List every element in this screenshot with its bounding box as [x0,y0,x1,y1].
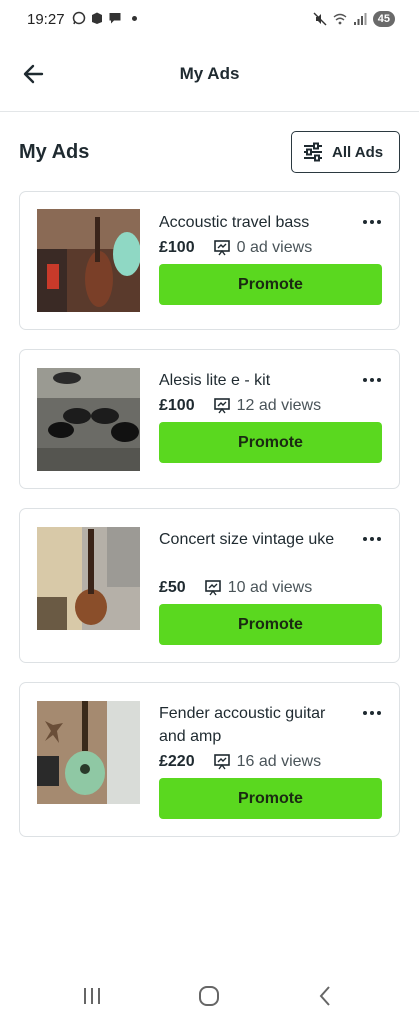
ad-title[interactable]: Accoustic travel bass [159,211,349,234]
whatsapp-icon [72,11,86,25]
more-notifications-dot [132,15,137,21]
app-bar: My Ads [0,44,419,112]
ad-card[interactable]: Fender accoustic guitar and amp £220 16 … [19,682,400,837]
views-chart-icon [204,580,221,596]
price-row: £50 10 ad views [159,577,312,599]
views-chart-icon [213,754,230,770]
promote-button[interactable]: Promote [159,604,382,645]
views-chart-icon [213,240,230,256]
ad-price: £220 [159,753,195,770]
price-row: £220 16 ad views [159,751,321,773]
promote-button[interactable]: Promote [159,778,382,819]
price-row: £100 12 ad views [159,395,321,417]
chat-icon [109,13,121,24]
recent-apps-icon[interactable] [77,982,107,1010]
ad-views: 0 ad views [236,239,313,256]
system-icons: 45 [313,11,395,27]
ad-title[interactable]: Alesis lite e - kit [159,369,349,392]
battery-indicator: 45 [372,11,395,27]
promote-button[interactable]: Promote [159,422,382,463]
ad-price: £50 [159,579,186,596]
wifi-icon [333,13,347,25]
promote-button[interactable]: Promote [159,264,382,305]
status-bar: 19:27 45 [0,0,419,44]
ad-views: 16 ad views [236,753,322,770]
box-icon [92,12,102,24]
ad-views: 12 ad views [236,397,322,414]
ad-card[interactable]: Concert size vintage uke £50 10 ad views… [19,508,400,663]
sliders-icon [304,142,322,162]
more-options-icon[interactable] [360,215,384,229]
notification-icons [72,11,137,25]
ad-price: £100 [159,239,195,256]
ad-thumbnail[interactable] [37,368,140,471]
page-title: My Ads [179,64,240,83]
ad-views: 10 ad views [227,579,313,596]
more-options-icon[interactable] [360,532,384,546]
ad-card[interactable]: Accoustic travel bass £100 0 ad views Pr… [19,191,400,330]
all-ads-label: All Ads [332,143,384,161]
ad-thumbnail[interactable] [37,701,140,804]
section-title: My Ads [19,141,90,163]
views-chart-icon [213,398,230,414]
status-time: 19:27 [27,11,65,28]
ad-thumbnail[interactable] [37,527,140,630]
signal-icon [353,13,367,25]
back-nav-icon[interactable] [311,982,341,1010]
more-options-icon[interactable] [360,373,384,387]
ad-title[interactable]: Concert size vintage uke [159,528,349,551]
system-nav-bar [0,968,419,1024]
home-icon[interactable] [194,982,224,1010]
ad-price: £100 [159,397,195,414]
mute-icon [313,12,327,26]
ad-card[interactable]: Alesis lite e - kit £100 12 ad views Pro… [19,349,400,489]
more-options-icon[interactable] [360,706,384,720]
price-row: £100 0 ad views [159,237,312,259]
all-ads-filter-button[interactable]: All Ads [291,131,400,173]
ad-thumbnail[interactable] [37,209,140,312]
ad-title[interactable]: Fender accoustic guitar and amp [159,702,349,748]
